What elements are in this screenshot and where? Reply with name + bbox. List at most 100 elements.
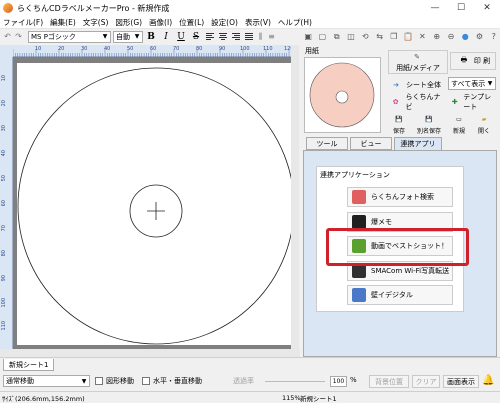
ruler-label: 90: [1, 275, 7, 282]
zoom-out-icon[interactable]: ⊖: [445, 31, 457, 43]
move-mode-select[interactable]: 通常移動 ▼: [3, 375, 90, 387]
view-select[interactable]: すべて表示 ▼: [448, 77, 496, 90]
ruler-label: 10: [35, 46, 42, 52]
text-spacing-icon[interactable]: ≡: [266, 31, 277, 42]
save-as-button[interactable]: 💾 別名保存: [414, 111, 444, 136]
vertical-text-icon[interactable]: ⫼: [255, 31, 266, 42]
ruler-label: 30: [1, 125, 7, 132]
align-right-icon[interactable]: [230, 31, 242, 43]
save-as-icon: 💾: [425, 115, 433, 123]
ruler-label: 110: [1, 321, 7, 331]
wifi-transfer-icon: [352, 264, 366, 278]
navi-icon: ✿: [392, 98, 399, 106]
label-page[interactable]: [17, 63, 295, 345]
flip-icon[interactable]: ⇆: [373, 31, 385, 43]
bell-icon[interactable]: 🔔: [482, 375, 494, 386]
save-label: 保存: [392, 128, 405, 135]
copy-icon[interactable]: ❐: [388, 31, 400, 43]
menu-help[interactable]: ヘルプ(H): [278, 17, 312, 28]
bring-front-icon[interactable]: ▣: [302, 31, 314, 43]
shape-move-checkbox[interactable]: [95, 377, 103, 385]
help-icon[interactable]: ?: [488, 31, 500, 43]
minimize-button[interactable]: —: [422, 0, 448, 16]
ruler-label: 60: [1, 200, 7, 207]
group-icon[interactable]: ⧉: [331, 31, 343, 43]
window-controls: — ☐ ✕: [422, 0, 500, 16]
cd-label-outline[interactable]: [17, 63, 295, 345]
transparency-slider[interactable]: [265, 381, 325, 382]
menu-shape[interactable]: 図形(G): [115, 17, 142, 28]
ruler-label: 40: [104, 46, 111, 52]
menu-file[interactable]: ファイル(F): [3, 17, 43, 28]
align-left-icon[interactable]: [204, 31, 216, 43]
bg-position-button[interactable]: 背景位置: [369, 375, 409, 388]
close-button[interactable]: ✕: [474, 0, 500, 16]
redo-icon[interactable]: ↷: [13, 31, 24, 42]
menu-bar: ファイル(F) 編集(E) 文字(S) 図形(G) 画像(I) 位置(L) 設定…: [0, 16, 500, 29]
menu-image[interactable]: 画像(I): [149, 17, 172, 28]
sheet-tab[interactable]: 新規シート1: [3, 359, 55, 371]
align-justify-icon[interactable]: [243, 31, 255, 43]
panel-tabs: ツール ビュー 連携アプリ: [300, 137, 500, 150]
app-button-photo-search[interactable]: らくちんフォト検索: [347, 187, 453, 207]
media-icon: ✎: [414, 53, 420, 61]
screen-display-button[interactable]: 画面表示: [443, 375, 479, 388]
underline-button[interactable]: U: [174, 30, 188, 43]
font-name-select[interactable]: MS Pゴシック ▼: [28, 30, 111, 43]
app-label: 爆メモ: [371, 218, 392, 226]
menu-position[interactable]: 位置(L): [179, 17, 204, 28]
sheet-all-button[interactable]: ➔ シート全体: [388, 78, 446, 91]
chevron-down-icon: ▼: [81, 377, 87, 385]
paste-icon[interactable]: 📋: [402, 31, 414, 43]
shape-move-label: 図形移動: [106, 377, 134, 385]
save-button[interactable]: 💾 保存: [387, 111, 411, 136]
menu-settings[interactable]: 設定(O): [211, 17, 238, 28]
status-bar: ｻｲｽﾞ(206.6mm,156.2mm) 115% 新規シート1: [0, 391, 500, 403]
size-readout: ｻｲｽﾞ(206.6mm,156.2mm): [2, 394, 85, 403]
ungroup-icon[interactable]: ◫: [345, 31, 357, 43]
horizontal-scrollbar[interactable]: [0, 349, 300, 357]
save-as-label: 別名保存: [416, 128, 441, 135]
new-button[interactable]: ▭ 新規: [447, 111, 471, 136]
paper-media-button[interactable]: ✎ 用紙/メディア: [388, 50, 448, 74]
settings-icon[interactable]: ⚙: [473, 31, 485, 43]
menu-text[interactable]: 文字(S): [83, 17, 109, 28]
italic-button[interactable]: I: [159, 30, 173, 43]
app-label: らくちんフォト検索: [371, 193, 434, 201]
bold-button[interactable]: B: [144, 30, 158, 43]
template-button[interactable]: ✚ テンプレート: [448, 93, 498, 111]
ruler-corner: [0, 45, 13, 57]
app-button-digital[interactable]: 壁イデジタル: [347, 285, 453, 305]
delete-icon[interactable]: ✕: [416, 31, 428, 43]
color-icon[interactable]: ●: [459, 31, 471, 43]
menu-edit[interactable]: 編集(E): [50, 17, 76, 28]
tab-tools[interactable]: ツール: [306, 137, 348, 150]
zoom-in-icon[interactable]: ⊕: [431, 31, 443, 43]
ruler-label: 70: [173, 46, 180, 52]
align-center-icon[interactable]: [217, 31, 229, 43]
open-button[interactable]: ▰ 開く: [472, 111, 496, 136]
ruler-label: 50: [1, 175, 7, 182]
navi-button[interactable]: ✿ らくちんナビ: [388, 93, 446, 111]
zoom-readout: 115%: [282, 393, 301, 402]
paper-preview[interactable]: [304, 57, 381, 133]
menu-view[interactable]: 表示(V): [245, 17, 271, 28]
percent-label: %: [350, 376, 357, 384]
maximize-button[interactable]: ☐: [448, 0, 474, 16]
undo-icon[interactable]: ↶: [2, 31, 13, 42]
tab-view[interactable]: ビュー: [350, 137, 392, 150]
strikethrough-button[interactable]: S: [189, 30, 203, 43]
font-size-select[interactable]: 自動 ▼: [113, 30, 143, 43]
vertical-scrollbar[interactable]: [291, 45, 299, 349]
rotate-icon[interactable]: ⟲: [359, 31, 371, 43]
tab-linked-apps[interactable]: 連携アプリ: [394, 137, 442, 150]
print-button[interactable]: 🖶 印 刷: [450, 52, 496, 70]
transparency-field[interactable]: 100: [330, 376, 347, 387]
clear-button[interactable]: クリア: [412, 375, 440, 388]
canvas-area[interactable]: [13, 57, 298, 349]
send-back-icon[interactable]: ▢: [316, 31, 328, 43]
vertical-ruler: 10 20 30 40 50 60 70 80 90 100 110: [0, 57, 13, 349]
ruler-label: 20: [1, 100, 7, 107]
arrow-right-icon: ➔: [393, 80, 399, 89]
hv-move-checkbox[interactable]: [142, 377, 150, 385]
